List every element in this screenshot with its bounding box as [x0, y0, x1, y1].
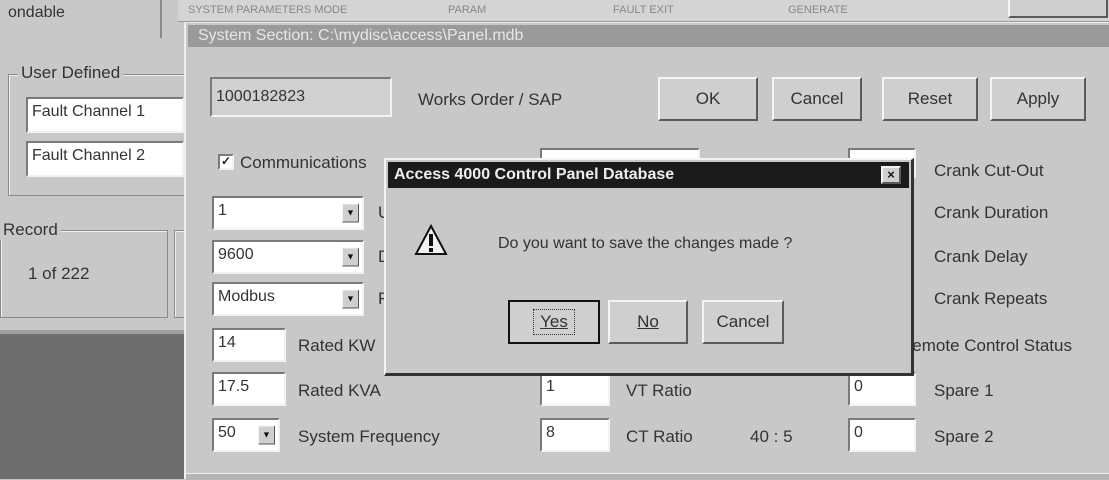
cancel-button[interactable]: Cancel: [772, 77, 862, 121]
crank-duration-label: Crank Duration: [934, 203, 1049, 222]
top-strip-text-4: GENERATE: [788, 4, 848, 16]
frequency-combo[interactable]: 50 ▼: [212, 418, 280, 452]
spare2-label: Spare 2: [934, 427, 994, 446]
background-top-label: ondable: [8, 4, 65, 21]
chevron-down-icon[interactable]: ▼: [258, 425, 275, 445]
crank-repeats-label: Crank Repeats: [934, 289, 1048, 308]
ct-ratio-label: CT Ratio: [626, 427, 693, 446]
record-value: 1 of 222: [28, 264, 90, 283]
rated-kw-label: Rated KW: [298, 336, 376, 355]
yes-button[interactable]: Yes: [508, 300, 600, 344]
user-defined-group-label: User Defined: [18, 63, 124, 83]
combo-3-value: Modbus: [218, 288, 275, 305]
dialog-message: Do you want to save the changes made ?: [498, 235, 793, 252]
ct-ratio-display: 40 : 5: [750, 427, 793, 446]
combo-1[interactable]: 1 ▼: [212, 196, 364, 230]
crank-delay-label: Crank Delay: [934, 247, 1028, 266]
chevron-down-icon[interactable]: ▼: [342, 289, 359, 309]
warning-icon: [414, 224, 448, 255]
rated-kva-field[interactable]: 17.5: [212, 372, 286, 406]
yes-label: Yes: [533, 309, 575, 335]
control-status-label: Remote Control Status: [900, 336, 1072, 355]
top-strip-text-1: SYSTEM PARAMETERS MODE: [188, 4, 348, 16]
background-window: ondable User Defined Fault Channel 1 Fau…: [0, 0, 194, 479]
rated-kw-field[interactable]: 14: [212, 328, 286, 362]
fault-channel-1-field[interactable]: Fault Channel 1: [26, 97, 184, 133]
rated-kva-label: Rated KVA: [298, 381, 381, 400]
user-defined-group: [8, 74, 186, 196]
spare1-label: Spare 1: [934, 381, 994, 400]
top-strip-button[interactable]: [1008, 0, 1108, 18]
communications-checkbox[interactable]: ✓: [218, 154, 234, 170]
backdrop-highlight: [0, 330, 190, 334]
vt-ratio-field[interactable]: 1: [540, 372, 610, 406]
vt-ratio-label: VT Ratio: [626, 381, 692, 400]
window-title-bar: System Section: C:\mydisc\access\Panel.m…: [188, 25, 1109, 47]
chevron-down-icon[interactable]: ▼: [342, 247, 359, 267]
combo-1-value: 1: [218, 202, 227, 219]
dialog-title: Access 4000 Control Panel Database: [394, 166, 675, 183]
crank-cutout-label: Crank Cut-Out: [934, 161, 1044, 180]
top-divider: [160, 0, 162, 38]
top-strip: SYSTEM PARAMETERS MODE PARAM FAULT EXIT …: [178, 0, 1109, 22]
combo-2-value: 9600: [218, 246, 254, 263]
no-label: No: [637, 312, 659, 331]
works-order-field[interactable]: 1000182823: [210, 77, 392, 117]
no-button[interactable]: No: [608, 300, 688, 344]
combo-2[interactable]: 9600 ▼: [212, 240, 364, 274]
ct-ratio-field[interactable]: 8: [540, 418, 610, 452]
reset-button[interactable]: Reset: [882, 77, 978, 121]
top-strip-text-2: PARAM: [448, 4, 487, 16]
spare2-field[interactable]: 0: [848, 418, 916, 452]
chevron-down-icon[interactable]: ▼: [342, 203, 359, 223]
dark-backdrop: [0, 334, 190, 479]
window-title: System Section: C:\mydisc\access\Panel.m…: [198, 27, 524, 44]
dialog-cancel-button[interactable]: Cancel: [702, 300, 784, 344]
close-icon[interactable]: ×: [881, 166, 901, 184]
record-group-label: Record: [0, 220, 61, 240]
communications-label: Communications: [240, 153, 367, 172]
spare1-field[interactable]: 0: [848, 372, 916, 406]
combo-3[interactable]: Modbus ▼: [212, 282, 364, 316]
fault-channel-2-field[interactable]: Fault Channel 2: [26, 141, 184, 177]
top-strip-text-3: FAULT EXIT: [613, 4, 674, 16]
works-order-label: Works Order / SAP: [418, 90, 563, 109]
ok-button[interactable]: OK: [658, 77, 758, 121]
frequency-label: System Frequency: [298, 427, 440, 446]
apply-button[interactable]: Apply: [990, 77, 1086, 121]
save-changes-dialog: Access 4000 Control Panel Database × Do …: [384, 158, 914, 376]
frequency-value: 50: [218, 424, 236, 441]
dialog-title-bar: Access 4000 Control Panel Database ×: [388, 162, 909, 188]
